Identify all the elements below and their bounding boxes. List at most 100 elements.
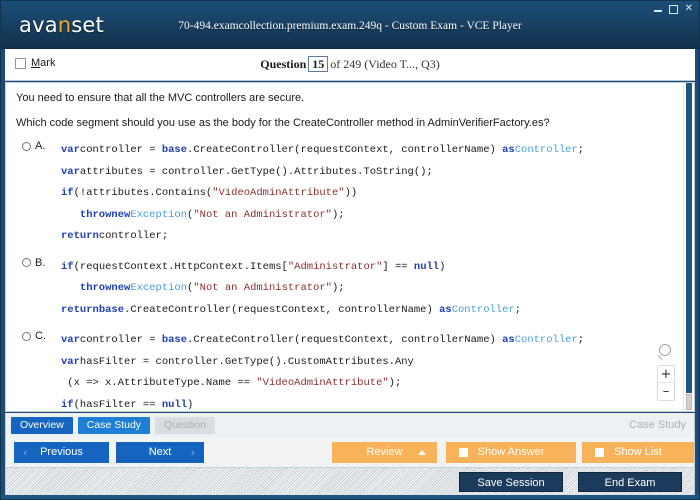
code-token: ); [331, 208, 345, 221]
code-token: null [413, 260, 440, 273]
maximize-icon[interactable] [668, 4, 678, 14]
code-token: "VideoAdminAttribute" [212, 187, 345, 199]
code-token: ); [331, 282, 345, 294]
code-token: attributes = controller.GetType().Attrib… [79, 165, 433, 178]
question-number-field[interactable]: 15 [308, 56, 329, 72]
answer-option[interactable]: C. varcontroller = base.CreateController(… [16, 330, 673, 411]
logo-part-2: set [71, 13, 104, 37]
zoom-out-button[interactable]: – [658, 383, 674, 400]
question-content: You need to ensure that all the MVC cont… [6, 83, 683, 411]
vce-player-window: avanset 70-494.examcollection.premium.ex… [0, 0, 700, 500]
code-token: .CreateController(requestContext, contro… [187, 334, 503, 346]
answer-radio[interactable] [22, 258, 31, 267]
answer-option-header[interactable]: B. [22, 257, 45, 269]
previous-button[interactable]: ‹ Previous [14, 442, 109, 463]
zoom-in-button[interactable]: + [658, 366, 674, 383]
code-token: null [161, 398, 188, 411]
case-study-indicator: Case Study [629, 419, 686, 431]
tab-strip: Overview Case Study Question Case Study [5, 413, 695, 437]
code-line: returncontroller; [61, 226, 673, 248]
code-token: "VideoAdminAttribute" [256, 377, 389, 389]
code-token: Controller [451, 303, 515, 316]
vertical-scrollbar[interactable] [683, 83, 694, 411]
code-token: (!attributes.Contains( [73, 187, 213, 199]
code-line: varcontroller = base.CreateController(re… [61, 140, 673, 162]
show-list-button[interactable]: Show List [582, 442, 694, 463]
footer-accent-line [1, 495, 699, 499]
answer-option[interactable]: A. varcontroller = base.CreateController(… [16, 140, 673, 248]
code-line: varhasFilter = controller.GetType().Cust… [61, 352, 673, 374]
tab-case-study[interactable]: Case Study [77, 416, 151, 434]
answer-radio[interactable] [22, 331, 31, 341]
code-token: var [61, 355, 80, 368]
code-token: controller = [79, 334, 162, 346]
show-answer-label: Show Answer [477, 446, 545, 458]
answer-options-list: A. varcontroller = base.CreateController(… [16, 140, 673, 411]
code-token: var [61, 165, 80, 178]
minimize-icon[interactable] [653, 5, 662, 14]
magnifier-icon[interactable] [657, 344, 675, 362]
title-bar: avanset 70-494.examcollection.premium.ex… [1, 1, 699, 49]
question-content-panel: You need to ensure that all the MVC cont… [5, 82, 695, 412]
tab-list: Overview Case Study Question [11, 416, 220, 434]
code-token: (hasFilter == [73, 398, 162, 411]
answer-option-code: if(requestContext.HttpContext.Items["Adm… [61, 257, 673, 322]
question-header-bar: Mark Question 15 of 249 (Video T..., Q3) [5, 49, 695, 81]
window-controls: ✕ [653, 4, 693, 14]
code-line: if(hasFilter == null) [61, 395, 673, 412]
code-token: as [439, 303, 452, 316]
code-token: new [111, 208, 131, 221]
answer-option-header[interactable]: C. [22, 330, 46, 342]
zoom-widget: + – [656, 344, 676, 401]
scrollbar-thumb[interactable] [686, 83, 692, 393]
code-token: "Administrator" [287, 260, 383, 273]
end-exam-button[interactable]: End Exam [578, 472, 682, 492]
show-answer-button[interactable]: Show Answer [446, 442, 576, 463]
logo-part-1: ava [19, 13, 58, 37]
code-token: (requestContext.HttpContext.Items[ [73, 260, 288, 273]
answer-option-letter: B. [35, 256, 46, 269]
code-token: return [61, 230, 99, 242]
show-list-label: Show List [614, 446, 662, 458]
close-icon[interactable]: ✕ [685, 4, 693, 14]
save-session-button[interactable]: Save Session [459, 472, 563, 492]
code-token: Exception [130, 282, 188, 294]
code-token: "Not an Administrator" [193, 282, 332, 294]
answer-radio[interactable] [22, 141, 31, 151]
code-token: base [161, 334, 188, 346]
code-token: hasFilter = controller.GetType().CustomA… [79, 355, 414, 368]
triangle-up-icon [418, 450, 426, 455]
code-token: return [61, 303, 99, 316]
code-token: var [61, 144, 80, 156]
chevron-left-icon: ‹ [23, 446, 28, 459]
scrollbar-footer [686, 394, 692, 410]
code-token: if [61, 187, 74, 199]
code-token: base [161, 144, 188, 156]
code-token: (x => x.AttributeType.Name == [61, 377, 257, 389]
code-line: returnbase.CreateController(requestConte… [61, 300, 673, 322]
code-token: controller; [98, 230, 169, 242]
next-button[interactable]: Next › [116, 442, 204, 463]
code-token: ; [577, 334, 585, 346]
review-button[interactable]: Review [332, 442, 437, 463]
chevron-right-icon: › [190, 446, 195, 459]
code-token: if [61, 260, 74, 273]
tab-overview[interactable]: Overview [11, 416, 73, 434]
code-token: Controller [514, 144, 578, 156]
answer-option-header[interactable]: A. [22, 140, 45, 152]
answer-option-code: varcontroller = base.CreateController(re… [61, 330, 673, 411]
next-button-label: Next [148, 446, 172, 458]
answer-option-letter: A. [35, 140, 46, 152]
code-line: if(requestContext.HttpContext.Items["Adm… [61, 257, 673, 279]
code-token: as [502, 144, 515, 156]
code-line: thrownewException("Not an Administrator"… [61, 205, 673, 227]
answer-option[interactable]: B. if(requestContext.HttpContext.Items["A… [16, 257, 673, 322]
avanset-logo: avanset [19, 13, 104, 37]
code-token: var [61, 334, 80, 346]
footer-bar: Save Session End Exam [5, 468, 695, 497]
code-token: "Not an Administrator" [193, 208, 332, 221]
code-token: new [111, 282, 131, 294]
action-bar: ‹ Previous Next › Review Show Answer Sho… [5, 437, 695, 468]
